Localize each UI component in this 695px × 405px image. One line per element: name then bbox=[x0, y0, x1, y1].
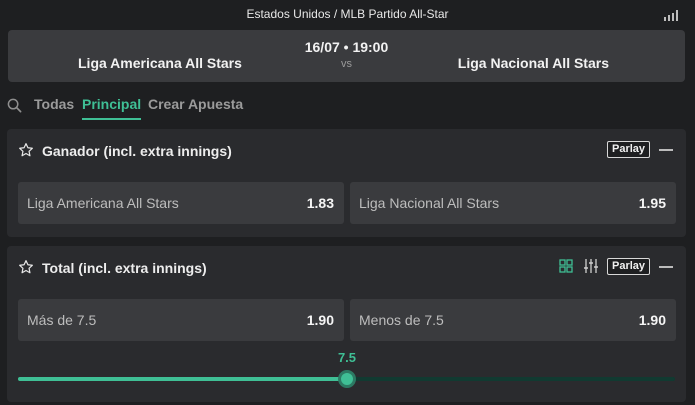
odds-button-over[interactable]: Más de 7.5 1.90 bbox=[18, 299, 344, 341]
selection-label: Menos de 7.5 bbox=[359, 312, 444, 328]
search-icon[interactable] bbox=[7, 98, 22, 113]
odds-button-home[interactable]: Liga Americana All Stars 1.83 bbox=[18, 182, 344, 224]
odds-price: 1.83 bbox=[306, 195, 334, 211]
grid-view-icon[interactable] bbox=[559, 259, 573, 273]
tab-principal[interactable]: Principal bbox=[82, 96, 142, 120]
star-icon[interactable] bbox=[18, 259, 34, 275]
market-header: Ganador (incl. extra innings) Parlay bbox=[7, 129, 686, 171]
market-title: Total (incl. extra innings) bbox=[42, 260, 207, 276]
odds-price: 1.90 bbox=[638, 312, 666, 328]
odds-button-under[interactable]: Menos de 7.5 1.90 bbox=[350, 299, 676, 341]
odds-button-away[interactable]: Liga Nacional All Stars 1.95 bbox=[350, 182, 676, 224]
market-header: Total (incl. extra innings) Parlay bbox=[7, 246, 686, 288]
market-title: Ganador (incl. extra innings) bbox=[42, 143, 232, 159]
tab-todas[interactable]: Todas bbox=[34, 96, 74, 118]
odds-price: 1.90 bbox=[306, 312, 334, 328]
line-slider-fill bbox=[18, 377, 347, 381]
parlay-button[interactable]: Parlay bbox=[607, 258, 651, 275]
signal-bars-icon[interactable] bbox=[664, 9, 680, 21]
top-bar: Estados Unidos / MLB Partido All-Star bbox=[0, 0, 695, 28]
collapse-icon[interactable] bbox=[659, 149, 673, 151]
selection-label: Liga Americana All Stars bbox=[27, 195, 179, 211]
event-datetime: 16/07 • 19:00 bbox=[304, 39, 389, 55]
selection-label: Liga Nacional All Stars bbox=[359, 195, 500, 211]
parlay-button[interactable]: Parlay bbox=[607, 141, 651, 158]
line-slider-handle[interactable] bbox=[337, 370, 356, 388]
line-value: 7.5 bbox=[337, 350, 357, 365]
collapse-icon[interactable] bbox=[659, 266, 673, 268]
sliders-icon[interactable] bbox=[583, 258, 599, 274]
odds-price: 1.95 bbox=[638, 195, 666, 211]
market-total: Total (incl. extra innings) Parlay Más d… bbox=[7, 246, 686, 402]
tab-crear-apuesta[interactable]: Crear Apuesta bbox=[148, 96, 243, 118]
market-tabs: Todas Principal Crear Apuesta bbox=[0, 92, 695, 122]
away-team: Liga Nacional All Stars bbox=[457, 55, 609, 71]
event-header: Liga Americana All Stars 16/07 • 19:00 v… bbox=[8, 30, 685, 82]
market-winner: Ganador (incl. extra innings) Parlay Lig… bbox=[7, 129, 686, 237]
selection-label: Más de 7.5 bbox=[27, 312, 97, 328]
breadcrumb: Estados Unidos / MLB Partido All-Star bbox=[246, 7, 449, 21]
star-icon[interactable] bbox=[18, 142, 34, 158]
